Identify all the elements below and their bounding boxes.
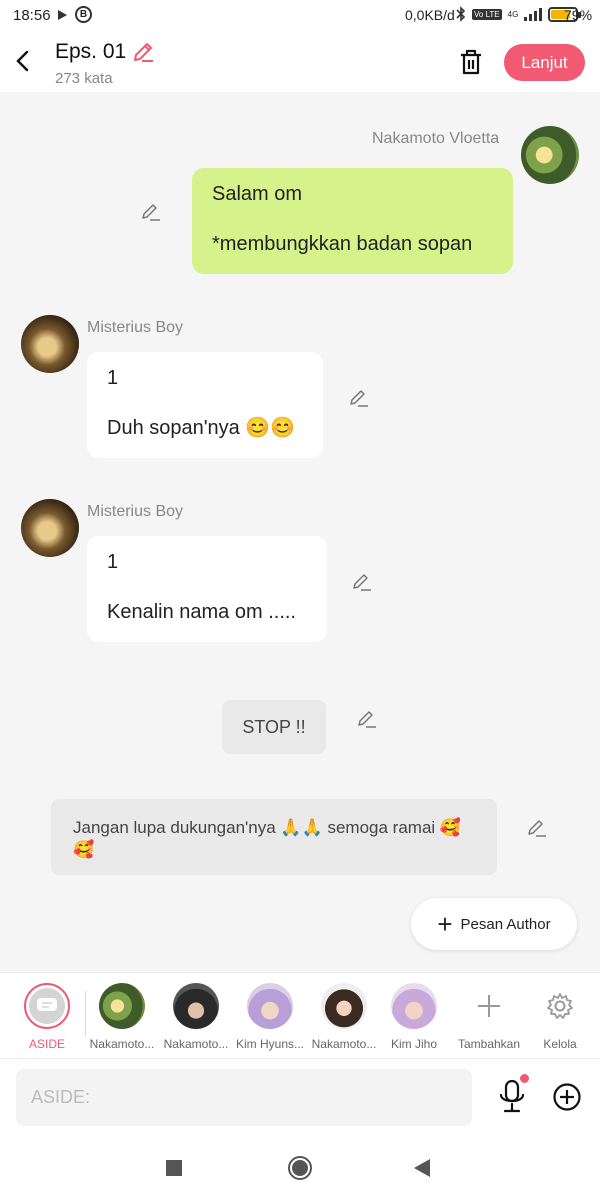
chat-area[interactable]: Nakamoto Vloetta Salam om *membungkkan b…	[0, 92, 600, 972]
edit-icon[interactable]	[357, 709, 377, 729]
network-speed: 0,0KB/d	[405, 7, 455, 23]
character-aside[interactable]: ASIDE	[11, 983, 83, 1051]
notification-dot	[520, 1074, 529, 1083]
recents-icon[interactable]	[166, 1160, 182, 1176]
message-line: *membungkkan badan sopan	[212, 233, 473, 255]
add-circle-icon[interactable]	[552, 1082, 582, 1112]
pencil-icon[interactable]	[132, 41, 154, 63]
pesan-author-label: Pesan Author	[460, 915, 551, 933]
input-bar	[0, 1058, 600, 1136]
message-line: Salam om	[212, 183, 303, 205]
tambahkan-label: Tambahkan	[457, 1037, 521, 1051]
kelola-button[interactable]: Kelola	[524, 983, 596, 1051]
play-icon	[58, 9, 67, 20]
back-nav-icon[interactable]	[414, 1159, 430, 1177]
character-item[interactable]: Nakamoto...	[160, 983, 232, 1051]
lanjut-button[interactable]: Lanjut	[504, 44, 585, 81]
status-bar: 18:56 B 0,0KB/d Vo LTE 4G 79%	[0, 0, 600, 32]
message-input[interactable]	[16, 1069, 472, 1126]
message-line: Kenalin nama om .....	[107, 601, 296, 623]
avatar	[321, 983, 367, 1029]
aside-avatar	[24, 983, 70, 1029]
narration-box[interactable]: STOP !!	[222, 700, 326, 754]
character-item[interactable]: Nakamoto...	[308, 983, 380, 1051]
sender-name: Nakamoto Vloetta	[372, 130, 500, 147]
system-nav-bar	[0, 1136, 600, 1200]
microphone-icon[interactable]	[496, 1079, 528, 1115]
4g-label: 4G	[507, 9, 519, 19]
back-icon[interactable]	[12, 48, 34, 74]
edit-icon[interactable]	[352, 572, 372, 592]
character-item[interactable]: Kim Hyuns...	[234, 983, 306, 1051]
sender-name: Misterius Boy	[87, 503, 184, 520]
sender-name: Misterius Boy	[87, 319, 184, 336]
trash-icon[interactable]	[458, 48, 484, 76]
add-icon	[466, 983, 512, 1029]
plus-icon: +	[437, 909, 453, 939]
status-time: 18:56	[13, 7, 51, 24]
message-line: 1	[107, 551, 119, 573]
message-bubble[interactable]: Salam om *membungkkan badan sopan	[192, 168, 513, 274]
edit-icon[interactable]	[349, 388, 369, 408]
avatar[interactable]	[21, 315, 79, 373]
signal-icon	[524, 7, 543, 21]
avatar[interactable]	[521, 126, 579, 184]
episode-title[interactable]: Eps. 01	[55, 40, 154, 64]
character-label: Kim Hyuns...	[235, 1037, 304, 1051]
word-count: 273 kata	[55, 70, 113, 87]
edit-icon[interactable]	[141, 202, 161, 222]
avatar	[99, 983, 145, 1029]
avatar	[173, 983, 219, 1029]
message-line: 1	[107, 367, 119, 389]
header: Eps. 01 273 kata Lanjut	[0, 32, 600, 92]
character-label: Nakamoto...	[311, 1037, 377, 1051]
message-bubble[interactable]: 1 Duh sopan'nya 😊😊	[87, 352, 323, 458]
character-item[interactable]: Nakamoto...	[86, 983, 158, 1051]
avatar	[391, 983, 437, 1029]
message-bubble[interactable]: 1 Kenalin nama om .....	[87, 536, 327, 642]
chat-bubble-icon	[37, 998, 57, 1011]
avatar	[247, 983, 293, 1029]
character-item[interactable]: Kim Jiho	[379, 983, 449, 1051]
message-line: Duh sopan'nya 😊😊	[107, 417, 296, 439]
character-label: ASIDE	[28, 1037, 65, 1051]
character-label: Nakamoto...	[89, 1037, 155, 1051]
edit-icon[interactable]	[527, 818, 547, 838]
pesan-author-button[interactable]: + Pesan Author	[411, 898, 577, 950]
aside-note[interactable]: Jangan lupa dukungan'nya 🙏🙏 semoga ramai…	[51, 799, 497, 875]
character-label: Nakamoto...	[163, 1037, 229, 1051]
battery-percent: 79%	[564, 7, 593, 23]
avatar[interactable]	[21, 499, 79, 557]
character-label: Kim Jiho	[390, 1037, 437, 1051]
tambahkan-button[interactable]: Tambahkan	[453, 983, 525, 1051]
gear-icon	[537, 983, 583, 1029]
kelola-label: Kelola	[543, 1037, 577, 1051]
character-bar: ASIDE Nakamoto... Nakamoto... Kim Hyuns.…	[0, 972, 600, 1058]
episode-title-text: Eps. 01	[55, 40, 127, 63]
home-icon[interactable]	[288, 1156, 312, 1180]
volte-icon: Vo LTE	[472, 8, 502, 20]
bluetooth-icon	[456, 6, 466, 22]
circle-b-icon: B	[75, 6, 92, 23]
